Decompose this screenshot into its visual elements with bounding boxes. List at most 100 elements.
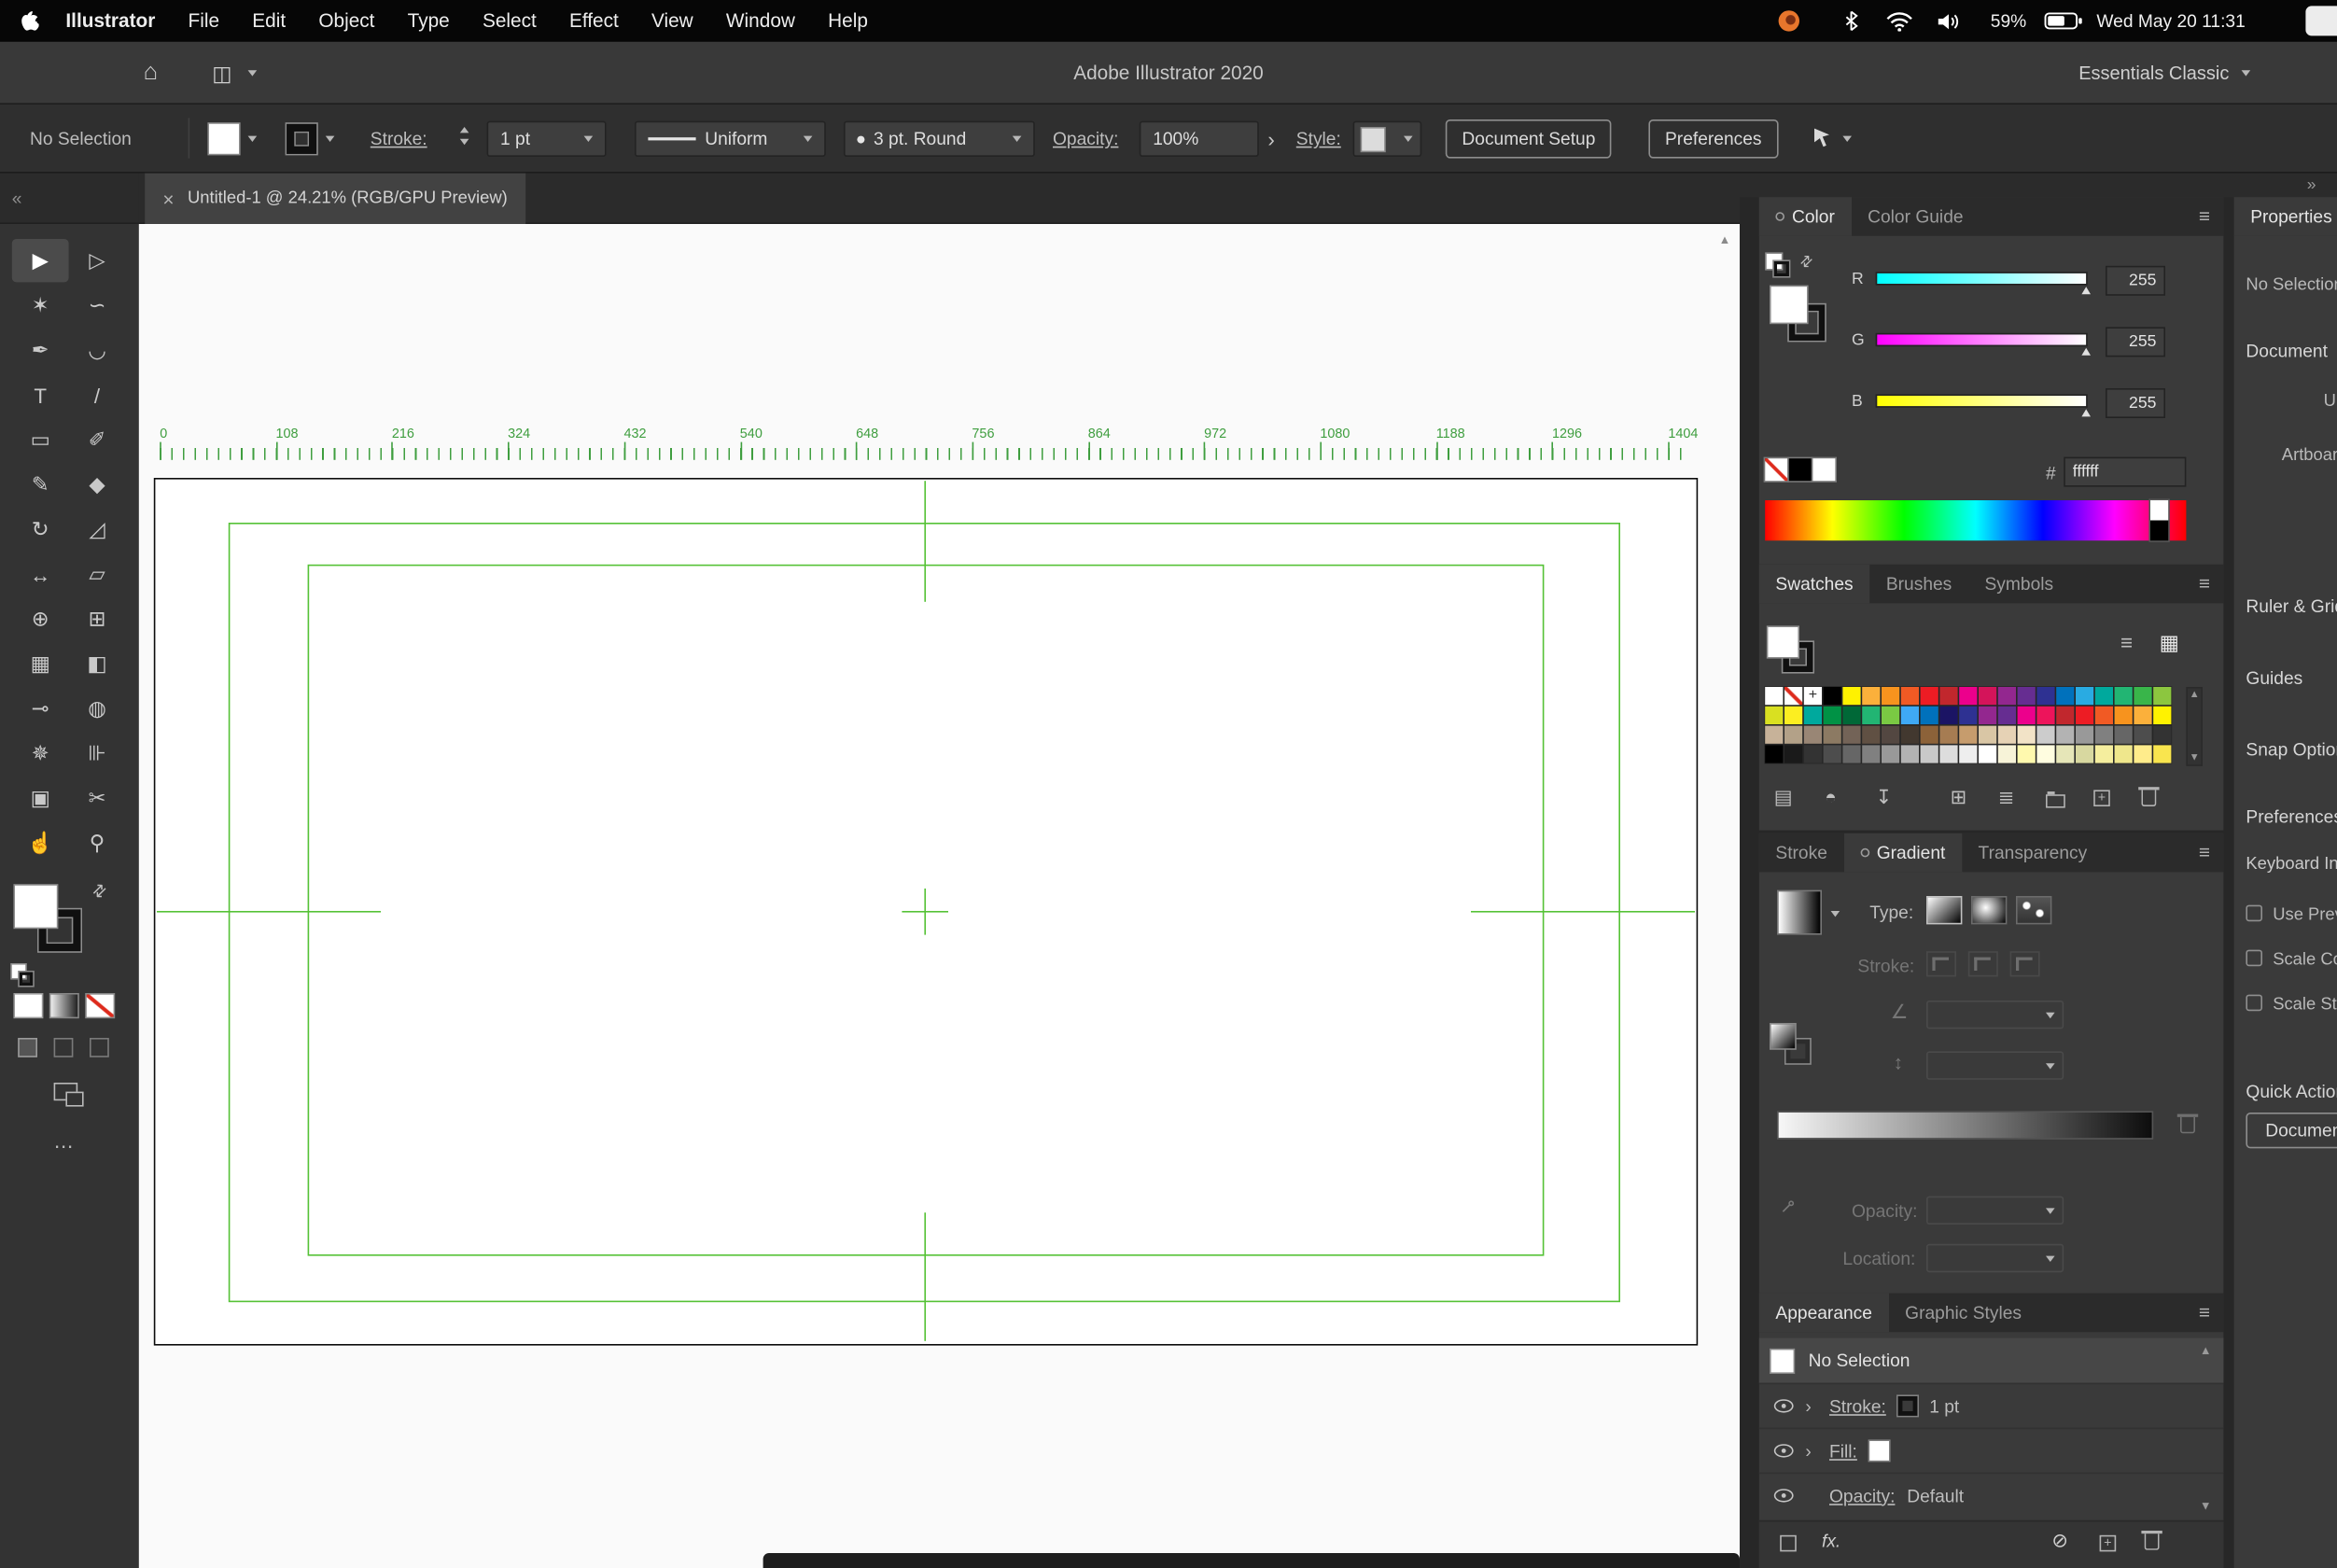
blue-value-field[interactable]: 255 <box>2106 388 2165 418</box>
graphic-style-select[interactable] <box>1353 121 1422 157</box>
swatch[interactable] <box>2056 726 2074 744</box>
green-slider[interactable] <box>1876 333 2088 346</box>
swatch[interactable] <box>2153 687 2171 705</box>
swatch[interactable] <box>2153 707 2171 724</box>
spectrum-bw-swatches[interactable] <box>2150 500 2168 540</box>
pen-tool[interactable]: ✒ <box>12 329 69 371</box>
canvas-scroll-up-icon[interactable]: ▲ <box>1719 233 1731 246</box>
swatch[interactable] <box>1765 687 1783 705</box>
swatch[interactable] <box>2115 726 2133 744</box>
default-stroke-mini-icon[interactable] <box>20 973 33 986</box>
swatch[interactable] <box>2018 745 2036 763</box>
guide-center-vertical-bottom[interactable] <box>924 1212 926 1341</box>
guide-center-horizontal-right[interactable] <box>1471 911 1695 913</box>
add-new-stroke-icon[interactable] <box>1780 1535 1797 1552</box>
properties-use-preview-bounds[interactable]: Use Preview Bounds <box>2246 906 2337 924</box>
tab-properties[interactable]: Properties <box>2234 197 2337 236</box>
eraser-tool[interactable]: ◆ <box>69 463 126 506</box>
scroll-down-icon[interactable]: ▼ <box>2188 752 2201 763</box>
perspective-grid-tool[interactable]: ⊞ <box>69 597 126 640</box>
screen-recording-icon[interactable] <box>1779 0 1799 42</box>
swatch[interactable] <box>1765 707 1783 724</box>
scroll-down-icon[interactable]: ▼ <box>2200 1499 2212 1512</box>
menu-edit[interactable]: Edit <box>236 0 302 42</box>
duplicate-item-icon[interactable]: + <box>2100 1535 2117 1552</box>
swatch[interactable] <box>1784 687 1802 705</box>
swatch[interactable] <box>1882 745 1899 763</box>
swatch[interactable] <box>2036 745 2054 763</box>
swatch[interactable] <box>1998 745 2016 763</box>
fill-chevron-icon[interactable] <box>248 136 258 142</box>
direct-selection-tool[interactable]: ▷ <box>69 239 126 282</box>
appearance-row[interactable]: ›Fill: <box>1759 1428 2224 1473</box>
stroke-panel-link[interactable]: Stroke: <box>371 105 427 174</box>
panel-menu-icon[interactable]: ≡ <box>2199 197 2210 236</box>
swatch[interactable] <box>2134 745 2151 763</box>
volume-icon[interactable] <box>1937 0 1961 42</box>
swatch[interactable] <box>1882 707 1899 724</box>
blend-tool[interactable]: ◍ <box>69 687 126 730</box>
select-similar-button[interactable] <box>1812 127 1833 157</box>
scale-tool[interactable]: ◿ <box>69 508 126 551</box>
bluetooth-icon[interactable] <box>1844 0 1859 42</box>
swatch[interactable] <box>2076 726 2093 744</box>
panel-menu-icon[interactable]: ≡ <box>2199 565 2210 604</box>
brush-definition-select[interactable]: 3 pt. Round <box>844 121 1035 157</box>
properties-scale-strokes-effects[interactable]: Scale Strokes & Effects <box>2246 996 2337 1014</box>
tab-gradient[interactable]: Gradient <box>1844 833 1962 873</box>
menubar-partial-icon[interactable] <box>2305 0 2337 42</box>
canvas[interactable]: 0108216324432540648756864972108011881296… <box>139 224 1740 1568</box>
tab-symbols[interactable]: Symbols <box>1968 565 2070 604</box>
gradient-fill-box[interactable] <box>1771 1025 1796 1049</box>
panel-menu-icon[interactable]: ≡ <box>2199 833 2210 873</box>
eyedropper-tool[interactable]: ⊸ <box>12 687 69 730</box>
apple-menu-icon[interactable] <box>21 9 43 34</box>
swatch[interactable] <box>1921 707 1938 724</box>
eyedropper-icon[interactable]: ⊸ <box>1774 1193 1802 1221</box>
type-tool[interactable]: T <box>12 373 69 416</box>
menu-file[interactable]: File <box>172 0 236 42</box>
stop-location-select[interactable] <box>1926 1244 2064 1272</box>
swatch[interactable] <box>2095 726 2113 744</box>
paintbrush-tool[interactable]: ✐ <box>69 418 126 461</box>
appearance-row[interactable]: ›Stroke:1 pt <box>1759 1383 2224 1428</box>
swatch[interactable] <box>1959 707 1977 724</box>
swatch[interactable] <box>1784 745 1802 763</box>
color-themes-icon[interactable]: ◓ <box>1825 786 1837 808</box>
wifi-icon[interactable] <box>1886 0 1913 42</box>
swatch[interactable] <box>1862 687 1880 705</box>
swatch[interactable] <box>2095 745 2113 763</box>
stroke-chevron-icon[interactable] <box>326 136 335 142</box>
stroke-gradient-along-button[interactable] <box>1968 951 1998 976</box>
add-effect-icon[interactable]: fx. <box>1822 1531 1840 1551</box>
screen-mode-button[interactable] <box>54 1083 78 1100</box>
swatch[interactable] <box>2153 745 2171 763</box>
opacity-field[interactable]: 100% <box>1140 121 1259 157</box>
swatch[interactable] <box>1765 745 1783 763</box>
preferences-button[interactable]: Preferences <box>1648 119 1778 159</box>
lasso-tool[interactable]: ∽ <box>69 284 126 327</box>
slice-tool[interactable]: ✂ <box>69 777 126 819</box>
fill-color-swatch[interactable] <box>209 124 239 154</box>
blue-slider[interactable] <box>1876 394 2088 407</box>
delete-stop-icon[interactable] <box>2180 1117 2195 1134</box>
menu-object[interactable]: Object <box>302 0 391 42</box>
selection-tool[interactable]: ▶ <box>12 239 69 282</box>
swatch-libraries-icon[interactable]: ▤ <box>1774 786 1793 810</box>
collapse-toolbar-icon[interactable]: « <box>12 189 22 209</box>
menu-window[interactable]: Window <box>709 0 811 42</box>
artboard-tool[interactable]: ▣ <box>12 777 69 819</box>
swatch[interactable] <box>1979 687 1996 705</box>
swatch[interactable] <box>1959 726 1977 744</box>
swatch[interactable] <box>1939 707 1957 724</box>
stroke-weight-stepper[interactable] <box>460 127 469 145</box>
swatch[interactable] <box>2036 726 2054 744</box>
delete-swatch-icon[interactable] <box>2141 790 2156 806</box>
tab-graphic-styles[interactable]: Graphic Styles <box>1889 1294 2038 1333</box>
width-profile-select[interactable]: Uniform <box>635 121 826 157</box>
swatch[interactable] <box>1862 707 1880 724</box>
swatch[interactable] <box>1921 687 1938 705</box>
visibility-eye-icon[interactable] <box>1774 1399 1794 1412</box>
linear-gradient-button[interactable] <box>1926 896 1962 924</box>
opacity-panel-link[interactable]: Opacity: <box>1053 105 1118 174</box>
